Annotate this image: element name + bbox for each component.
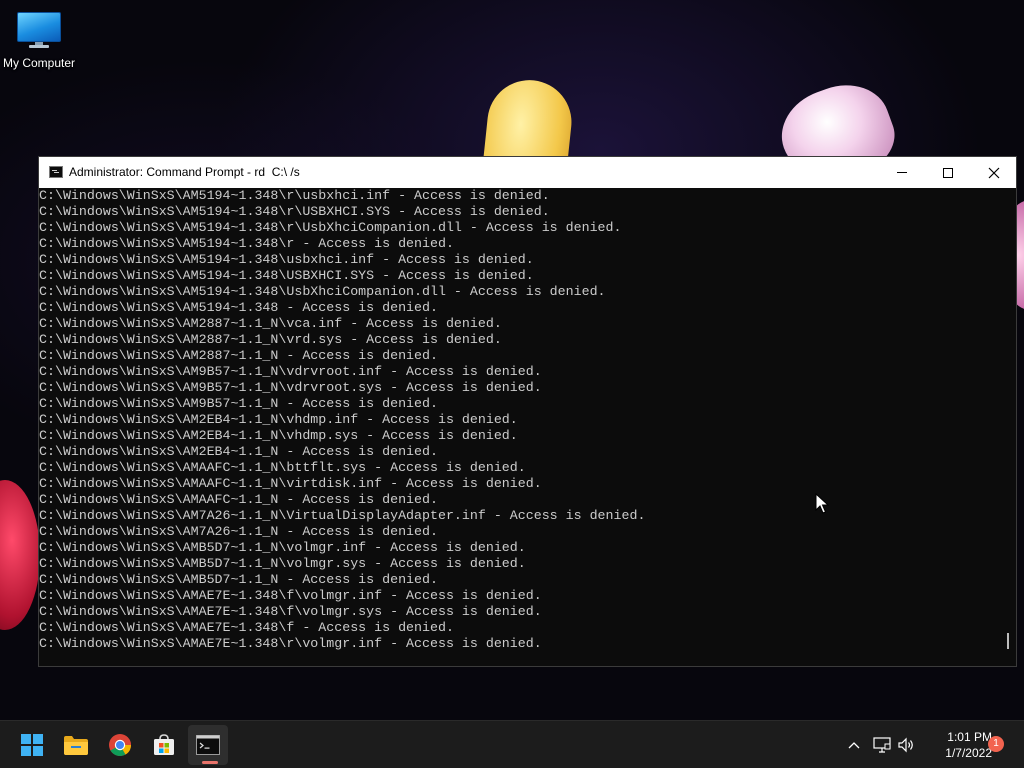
clock-date: 1/7/2022 xyxy=(945,746,992,760)
console-line: C:\Windows\WinSxS\AMB5D7~1.1_N\volmgr.sy… xyxy=(39,556,526,571)
desktop-icon-my-computer[interactable]: My Computer xyxy=(0,8,78,76)
console-app-icon xyxy=(49,166,63,178)
taskbar-file-explorer[interactable] xyxy=(56,725,96,765)
console-line: C:\Windows\WinSxS\AM5194~1.348\r - Acces… xyxy=(39,236,454,251)
console-line: C:\Windows\WinSxS\AMB5D7~1.1_N\volmgr.in… xyxy=(39,540,526,555)
tray-clock[interactable]: 1:01 PM 1/7/2022 xyxy=(920,729,992,761)
store-bag-icon xyxy=(154,734,174,755)
close-button[interactable] xyxy=(971,157,1017,188)
command-prompt-window[interactable]: Administrator: Command Prompt - rd C:\ /… xyxy=(38,156,1017,667)
console-line: C:\Windows\WinSxS\AMAE7E~1.348\f - Acces… xyxy=(39,620,454,635)
terminal-icon xyxy=(196,735,220,755)
console-line: C:\Windows\WinSxS\AM5194~1.348\r\USBXHCI… xyxy=(39,204,550,219)
console-line: C:\Windows\WinSxS\AM2887~1.1_N\vca.inf -… xyxy=(39,316,502,331)
console-line: C:\Windows\WinSxS\AM5194~1.348\r\UsbXhci… xyxy=(39,220,622,235)
maximize-button[interactable] xyxy=(925,157,971,188)
notification-badge[interactable]: 1 xyxy=(988,736,1004,752)
console-line: C:\Windows\WinSxS\AMAE7E~1.348\f\volmgr.… xyxy=(39,604,542,619)
close-icon xyxy=(988,167,1000,178)
console-line: C:\Windows\WinSxS\AMAAFC~1.1_N - Access … xyxy=(39,492,438,507)
console-output[interactable]: C:\Windows\WinSxS\AM5194~1.348\r\usbxhci… xyxy=(39,188,1001,666)
console-line: C:\Windows\WinSxS\AM5194~1.348\UsbXhciCo… xyxy=(39,284,606,299)
console-line: C:\Windows\WinSxS\AM2EB4~1.1_N - Access … xyxy=(39,444,438,459)
console-line: C:\Windows\WinSxS\AM2EB4~1.1_N\vhdmp.sys… xyxy=(39,428,518,443)
monitor-icon xyxy=(17,12,61,48)
windows-start-icon xyxy=(21,734,43,756)
scrollbar-thumb[interactable] xyxy=(1007,633,1009,649)
console-line: C:\Windows\WinSxS\AMAE7E~1.348\r\volmgr.… xyxy=(39,636,542,651)
volume-icon xyxy=(898,737,913,753)
console-line: C:\Windows\WinSxS\AM9B57~1.1_N - Access … xyxy=(39,396,438,411)
clock-time: 1:01 PM xyxy=(947,730,992,744)
tray-network-button[interactable] xyxy=(870,721,894,768)
tray-overflow-button[interactable] xyxy=(842,721,866,768)
window-titlebar[interactable]: Administrator: Command Prompt - rd C:\ /… xyxy=(39,157,1016,188)
network-icon xyxy=(873,737,891,753)
console-line: C:\Windows\WinSxS\AM5194~1.348\USBXHCI.S… xyxy=(39,268,534,283)
console-line: C:\Windows\WinSxS\AM2EB4~1.1_N\vhdmp.inf… xyxy=(39,412,518,427)
window-title: Administrator: Command Prompt - rd C:\ /… xyxy=(69,165,300,179)
chrome-icon xyxy=(109,734,131,756)
console-line: C:\Windows\WinSxS\AM5194~1.348\r\usbxhci… xyxy=(39,188,550,203)
wallpaper-red-shape xyxy=(0,480,40,630)
console-line: C:\Windows\WinSxS\AM9B57~1.1_N\vdrvroot.… xyxy=(39,364,542,379)
console-line: C:\Windows\WinSxS\AM7A26~1.1_N\VirtualDi… xyxy=(39,508,646,523)
taskbar: 1:01 PM 1/7/2022 xyxy=(0,720,1024,768)
maximize-icon xyxy=(943,167,953,178)
console-line: C:\Windows\WinSxS\AM9B57~1.1_N\vdrvroot.… xyxy=(39,380,542,395)
chevron-up-icon xyxy=(848,742,860,749)
console-line: C:\Windows\WinSxS\AM5194~1.348 - Access … xyxy=(39,300,438,315)
console-line: C:\Windows\WinSxS\AMAE7E~1.348\f\volmgr.… xyxy=(39,588,542,603)
taskbar-microsoft-store[interactable] xyxy=(144,725,184,765)
console-scrollbar[interactable] xyxy=(1001,188,1016,666)
start-button[interactable] xyxy=(12,725,52,765)
console-line: C:\Windows\WinSxS\AM2887~1.1_N - Access … xyxy=(39,348,438,363)
console-line: C:\Windows\WinSxS\AM2887~1.1_N\vrd.sys -… xyxy=(39,332,502,347)
console-line: C:\Windows\WinSxS\AMB5D7~1.1_N - Access … xyxy=(39,572,438,587)
desktop-icon-label: My Computer xyxy=(2,56,76,70)
minimize-icon xyxy=(897,172,907,173)
mouse-pointer-icon xyxy=(815,493,829,514)
tray-volume-button[interactable] xyxy=(894,721,918,768)
folder-icon xyxy=(64,736,88,755)
console-line: C:\Windows\WinSxS\AMAAFC~1.1_N\bttflt.sy… xyxy=(39,460,526,475)
taskbar-command-prompt[interactable] xyxy=(188,725,228,765)
console-line: C:\Windows\WinSxS\AM7A26~1.1_N - Access … xyxy=(39,524,438,539)
console-line: C:\Windows\WinSxS\AMAAFC~1.1_N\virtdisk.… xyxy=(39,476,542,491)
console-line: C:\Windows\WinSxS\AM5194~1.348\usbxhci.i… xyxy=(39,252,534,267)
taskbar-chrome[interactable] xyxy=(100,725,140,765)
minimize-button[interactable] xyxy=(879,157,925,188)
